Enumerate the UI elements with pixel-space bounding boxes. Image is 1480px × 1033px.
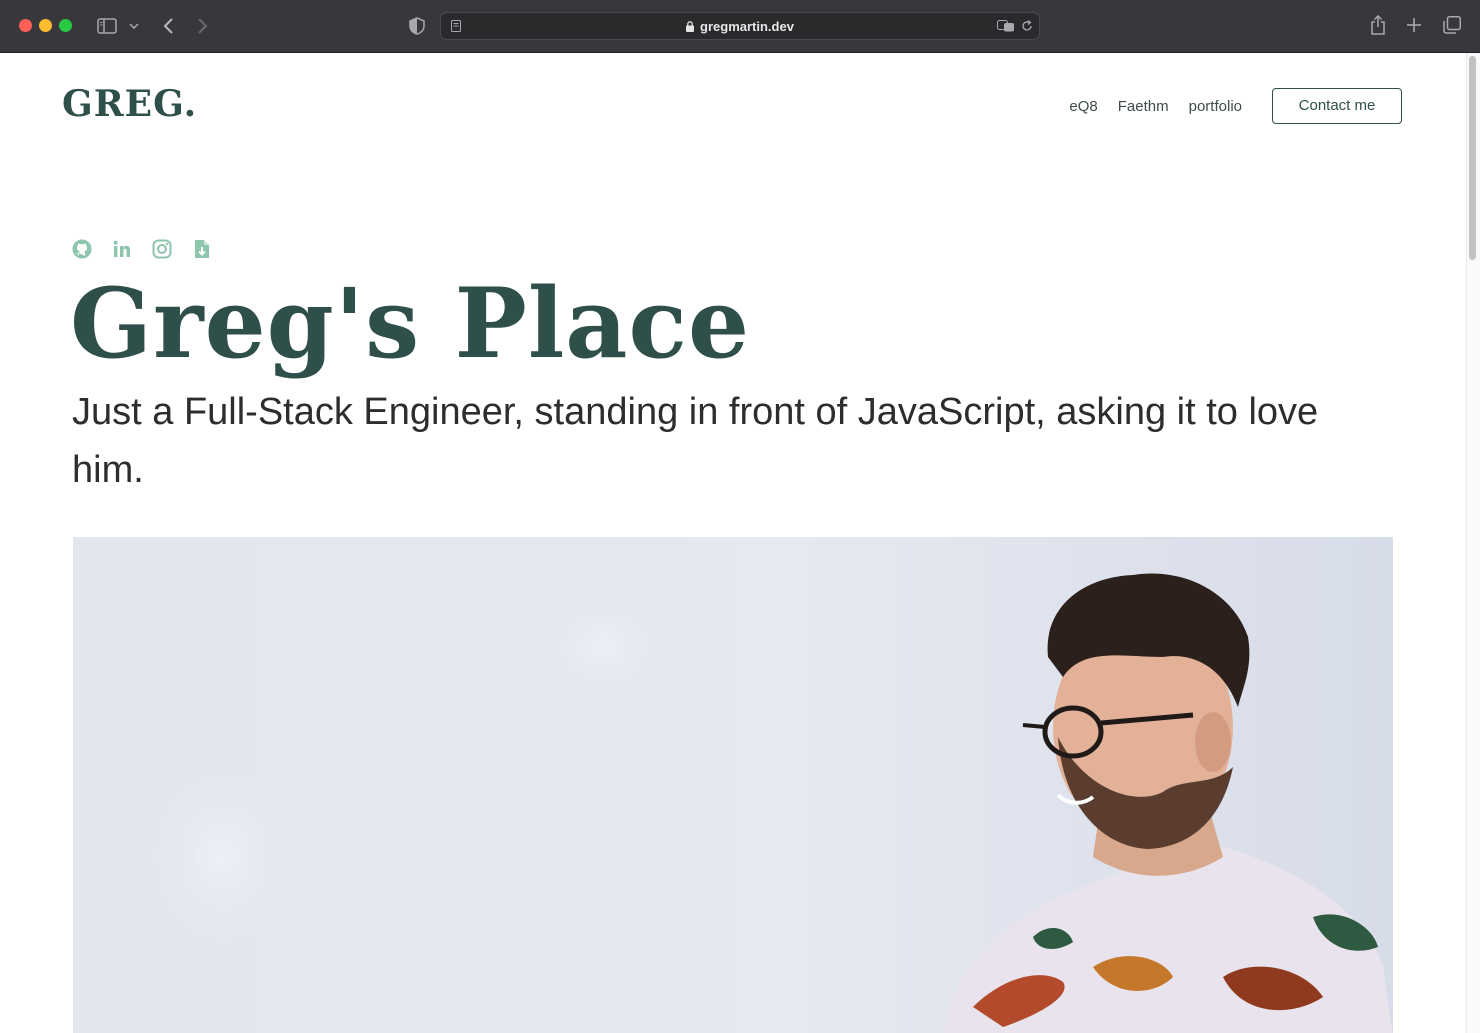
profile-photo — [73, 537, 1393, 1033]
site-nav: eQ8 Faethm portfolio Contact me — [1069, 88, 1402, 124]
zoom-window-button[interactable] — [59, 19, 72, 32]
profile-photo-illustration — [133, 573, 1393, 1033]
contact-me-button[interactable]: Contact me — [1272, 88, 1402, 124]
sidebar-toggle-icon[interactable] — [96, 16, 118, 36]
hero-subtitle: Just a Full-Stack Engineer, standing in … — [72, 391, 1319, 491]
forward-arrow-icon[interactable] — [193, 15, 213, 37]
translate-icon[interactable] — [996, 19, 1016, 33]
social-links — [72, 239, 212, 259]
privacy-shield-icon[interactable] — [407, 15, 427, 37]
github-icon[interactable] — [72, 239, 92, 259]
tab-overview-icon[interactable] — [1442, 15, 1462, 35]
nav-link-faethm[interactable]: Faethm — [1118, 98, 1169, 115]
share-icon[interactable] — [1368, 13, 1388, 37]
nav-link-portfolio[interactable]: portfolio — [1189, 98, 1242, 115]
nav-link-eq8[interactable]: eQ8 — [1069, 98, 1097, 115]
back-arrow-icon[interactable] — [158, 15, 178, 37]
url-text: gregmartin.dev — [700, 19, 794, 34]
instagram-icon[interactable] — [152, 239, 172, 259]
lock-icon — [686, 20, 695, 35]
site-logo[interactable]: GREG. — [62, 83, 197, 125]
scrollbar-thumb[interactable] — [1469, 56, 1476, 260]
linkedin-icon[interactable] — [112, 239, 132, 259]
browser-toolbar: gregmartin.dev — [0, 0, 1480, 53]
chevron-down-icon[interactable] — [128, 18, 140, 34]
web-page: GREG. eQ8 Faethm portfolio Contact me Gr… — [0, 53, 1466, 1033]
reload-icon[interactable] — [1020, 19, 1034, 33]
close-window-button[interactable] — [19, 19, 32, 32]
resume-download-icon[interactable] — [192, 239, 212, 259]
new-tab-icon[interactable] — [1405, 16, 1423, 34]
minimize-window-button[interactable] — [39, 19, 52, 32]
address-bar[interactable]: gregmartin.dev — [440, 12, 1040, 40]
hero-title: Greg's Place — [70, 267, 751, 380]
